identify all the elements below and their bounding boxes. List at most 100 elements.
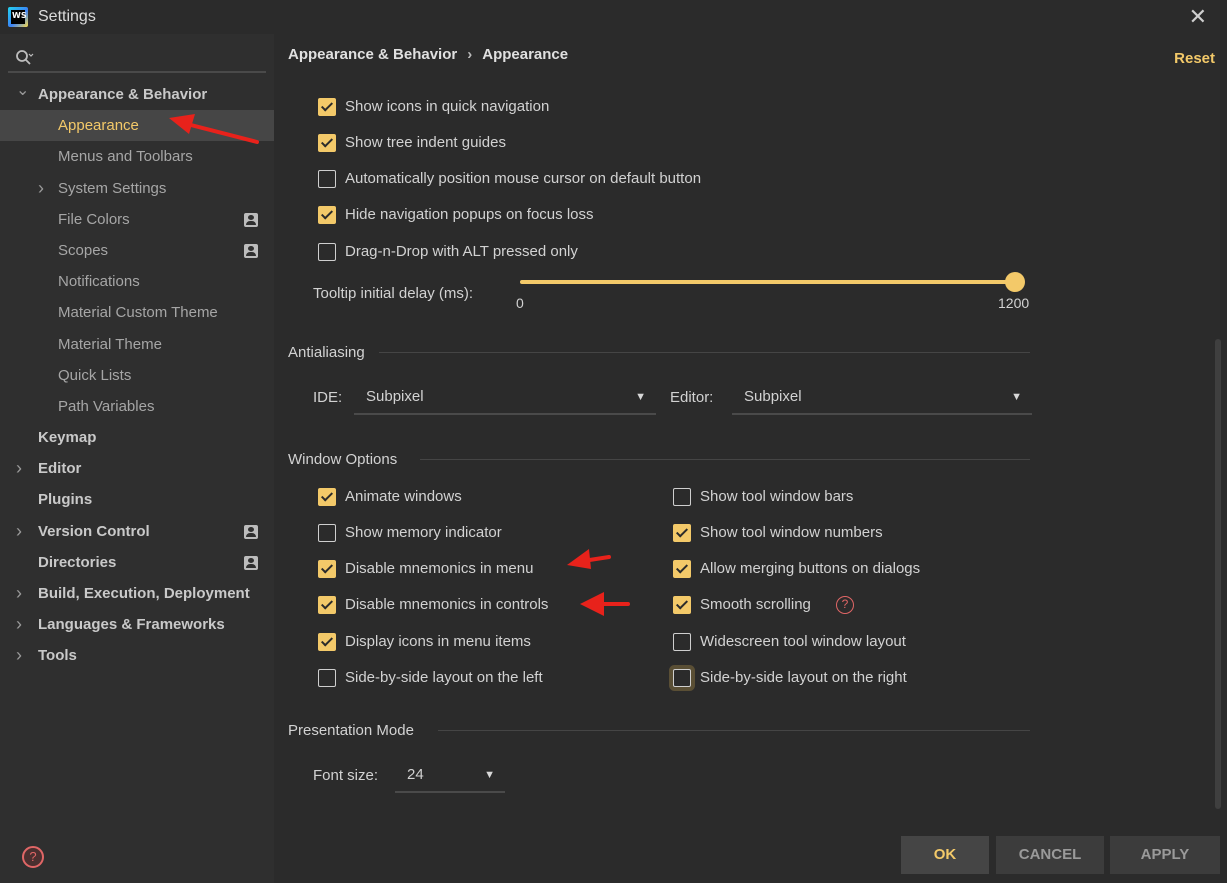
sidebar-item[interactable]: Keymap — [0, 422, 274, 453]
window-options-section-title: Window Options — [288, 451, 398, 468]
chevron-right-icon[interactable]: › — [16, 453, 22, 484]
section-divider — [438, 730, 1030, 731]
sidebar-item-label: Build, Execution, Deployment — [38, 585, 250, 602]
chevron-right-icon[interactable]: › — [16, 609, 22, 640]
editor-label: Editor: — [670, 389, 714, 406]
checkbox-unchecked[interactable] — [318, 524, 336, 542]
checkbox-unchecked[interactable] — [318, 243, 336, 261]
checkbox-label: Show tool window bars — [700, 488, 854, 505]
ide-label: IDE: — [313, 389, 343, 406]
settings-content: Appearance & Behavior › Appearance Reset S… — [274, 34, 1227, 883]
sidebar-item-label: Editor — [38, 460, 82, 478]
sidebar-item-label: Quick Lists — [58, 366, 132, 384]
sidebar-item[interactable]: › Version Control — [0, 516, 274, 547]
sidebar-item[interactable]: Directories — [0, 547, 274, 578]
checkbox-checked[interactable] — [318, 134, 336, 152]
apply-button[interactable]: APPLY — [1110, 836, 1220, 874]
slider-thumb[interactable] — [1005, 272, 1025, 292]
font-size-label: Font size: — [313, 767, 379, 784]
checkbox-unchecked[interactable] — [673, 633, 691, 651]
dropdown-arrow-icon: ▼ — [1011, 391, 1022, 403]
checkbox-label: Display icons in menu items — [345, 633, 531, 650]
chevron-right-icon[interactable]: › — [16, 640, 22, 671]
checkbox-label: Side-by-side layout on the left — [345, 669, 543, 686]
checkbox-checked[interactable] — [673, 560, 691, 578]
dropdown-arrow-icon: ▼ — [484, 769, 495, 781]
sidebar-item[interactable]: › Build, Execution, Deployment — [0, 578, 274, 609]
annotation-arrow-icon — [567, 549, 611, 569]
sidebar-item[interactable]: › Tools — [0, 640, 274, 671]
sidebar-item[interactable]: › Editor — [0, 453, 274, 484]
annotation-arrow-icon — [580, 592, 630, 616]
checkbox-checked[interactable] — [318, 560, 336, 578]
project-icon — [244, 243, 258, 258]
sidebar-item-label: Appearance — [58, 117, 139, 135]
smooth-scrolling-help-icon[interactable]: ? — [836, 596, 854, 614]
project-icon — [244, 555, 258, 570]
sidebar-item[interactable]: Plugins — [0, 484, 274, 515]
sidebar-item-label: Notifications — [58, 273, 140, 291]
checkbox-checked[interactable] — [318, 98, 336, 116]
checkbox-label: Allow merging buttons on dialogs — [700, 560, 921, 577]
sidebar-item-label: Material Theme — [58, 335, 162, 353]
ok-button[interactable]: OK — [901, 836, 989, 874]
search-input[interactable] — [38, 46, 258, 68]
window-title: Settings — [38, 8, 96, 25]
chevron-down-icon[interactable]: ⌄ — [16, 75, 29, 106]
checkbox-label: Show tree indent guides — [345, 134, 506, 151]
reset-link[interactable]: Reset — [1174, 50, 1215, 67]
sidebar-item[interactable]: Material Custom Theme — [0, 297, 274, 328]
sidebar-item-label: Version Control — [38, 522, 150, 540]
editor-antialiasing-value: Subpixel — [744, 388, 802, 405]
annotation-arrow-icon — [169, 114, 259, 144]
checkbox-checked[interactable] — [318, 633, 336, 651]
checkbox-checked[interactable] — [673, 596, 691, 614]
breadcrumb: Appearance & Behavior › Appearance — [288, 46, 568, 63]
presentation-mode-section-title: Presentation Mode — [288, 722, 414, 739]
checkbox-label: Disable mnemonics in controls — [345, 596, 549, 613]
sidebar-item[interactable]: Scopes — [0, 235, 274, 266]
checkbox-unchecked[interactable] — [318, 669, 336, 687]
checkbox-checked[interactable] — [673, 524, 691, 542]
sidebar-item-label: File Colors — [58, 210, 130, 228]
dropdown-arrow-icon: ▼ — [635, 391, 646, 403]
project-icon — [244, 524, 258, 539]
breadcrumb-separator: › — [467, 46, 473, 63]
close-icon[interactable]: ✕ — [1189, 4, 1207, 30]
sidebar-item[interactable]: Path Variables — [0, 391, 274, 422]
checkbox-label: Show memory indicator — [345, 524, 502, 541]
checkbox-unchecked[interactable] — [318, 170, 336, 188]
checkbox-label: Disable mnemonics in menu — [345, 560, 534, 577]
checkbox-label: Smooth scrolling — [700, 596, 811, 613]
checkbox-checked[interactable] — [318, 488, 336, 506]
slider-max-label: 1200 — [998, 295, 1030, 311]
checkbox-checked[interactable] — [318, 206, 336, 224]
tooltip-delay-slider[interactable] — [520, 280, 1015, 284]
checkbox-unchecked[interactable] — [673, 488, 691, 506]
checkbox-checked[interactable] — [318, 596, 336, 614]
checkbox-unchecked[interactable] — [673, 669, 691, 687]
checkbox-label: Automatically position mouse cursor on d… — [345, 170, 702, 187]
sidebar-item[interactable]: Material Theme — [0, 329, 274, 360]
search-field[interactable] — [8, 42, 266, 73]
sidebar-item[interactable]: › Languages & Frameworks — [0, 609, 274, 640]
sidebar-item[interactable]: › System Settings — [0, 173, 274, 204]
sidebar-item[interactable]: Quick Lists — [0, 360, 274, 391]
font-size-select[interactable]: 24 ▼ — [395, 759, 505, 793]
chevron-right-icon[interactable]: › — [38, 173, 44, 204]
cancel-button[interactable]: CANCEL — [996, 836, 1104, 874]
editor-antialiasing-select[interactable]: Subpixel ▼ — [732, 381, 1032, 415]
sidebar-item[interactable]: File Colors — [0, 204, 274, 235]
project-icon — [244, 212, 258, 227]
chevron-right-icon[interactable]: › — [16, 578, 22, 609]
sidebar-item[interactable]: ⌄ Appearance & Behavior — [0, 79, 274, 110]
sidebar-item[interactable]: Notifications — [0, 266, 274, 297]
ide-antialiasing-select[interactable]: Subpixel ▼ — [354, 381, 656, 415]
checkbox-label: Drag-n-Drop with ALT pressed only — [345, 243, 578, 260]
help-icon[interactable]: ? — [22, 846, 44, 868]
chevron-right-icon[interactable]: › — [16, 516, 22, 547]
sidebar-item-label: Keymap — [38, 429, 97, 447]
vertical-scrollbar[interactable] — [1215, 339, 1221, 809]
sidebar-item-label: Scopes — [58, 241, 109, 259]
breadcrumb-parent[interactable]: Appearance & Behavior — [288, 46, 457, 63]
